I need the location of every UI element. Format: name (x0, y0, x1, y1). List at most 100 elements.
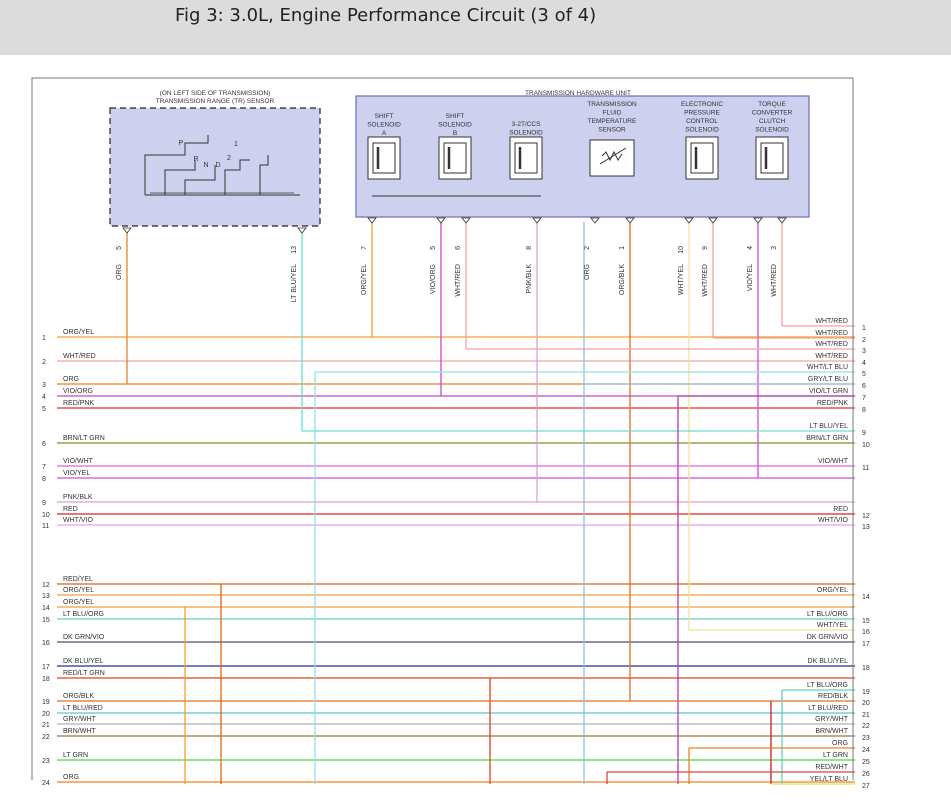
connector-pin-number: 1 (619, 246, 626, 250)
left-bus-number: 8 (42, 476, 46, 483)
right-bus-number: 4 (862, 360, 866, 367)
right-bus-number: 9 (862, 430, 866, 437)
right-bus-label: WHT/YEL (817, 622, 848, 629)
left-bus-label: RED (63, 506, 78, 513)
connector-pin-wire: VIO/YEL (747, 264, 754, 291)
right-bus-label: LT BLU/RED (808, 705, 848, 712)
tr-sensor-label: (ON LEFT SIDE OF TRANSMISSION) (160, 90, 271, 97)
thu-device-label: B (453, 130, 457, 137)
left-bus-label: LT BLU/RED (63, 705, 103, 712)
left-bus-label: ORG/BLK (63, 693, 94, 700)
right-bus-number: 21 (862, 712, 870, 719)
connector-pin-wire: WHT/RED (702, 264, 709, 297)
right-bus-number: 3 (862, 348, 866, 355)
connector-pin-wire: VIO/ORG (430, 264, 437, 294)
left-bus-number: 15 (42, 617, 50, 624)
connector-pin-number: 5 (116, 246, 123, 250)
left-bus-number: 6 (42, 441, 46, 448)
thu-device-label: ELECTRONIC (681, 101, 723, 108)
right-bus-number: 23 (862, 735, 870, 742)
right-bus-label: LT BLU/ORG (807, 611, 848, 618)
thu-device-label: CONVERTER (752, 110, 793, 117)
left-bus-label: WHT/RED (63, 353, 96, 360)
left-bus-number: 24 (42, 780, 50, 787)
right-bus-label: VIO/LT GRN (809, 388, 848, 395)
right-bus-number: 22 (862, 723, 870, 730)
right-bus-label: WHT/RED (815, 353, 848, 360)
left-bus-label: WHT/VIO (63, 517, 93, 524)
right-bus-number: 10 (862, 442, 870, 449)
right-bus-label: ORG/YEL (817, 587, 848, 594)
temperature-sensor-icon (589, 139, 635, 177)
left-bus-number: 4 (42, 394, 46, 401)
connector-pin-wire: WHT/RED (771, 264, 778, 297)
left-bus-label: RED/YEL (63, 576, 93, 583)
thu-device-label: CLUTCH (759, 118, 786, 125)
left-bus-label: VIO/WHT (63, 458, 94, 465)
left-bus-number: 19 (42, 699, 50, 706)
page-title: Fig 3: 3.0L, Engine Performance Circuit … (175, 5, 597, 26)
thu-device-label: SOLENOID (367, 122, 401, 129)
left-bus-label: VIO/ORG (63, 388, 93, 395)
right-bus-label: ORG (832, 740, 848, 747)
connector-pin-marker (590, 217, 600, 224)
connector-pin-wire: ORG/BLK (619, 264, 626, 295)
right-bus-label: WHT/RED (815, 318, 848, 325)
right-bus-label: WHT/RED (815, 330, 848, 337)
right-bus-number: 19 (862, 689, 870, 696)
left-bus-label: BRN/WHT (63, 728, 96, 735)
connector-pin-number: 2 (584, 246, 591, 250)
left-bus-label: ORG/YEL (63, 599, 94, 606)
page-header: Fig 3: 3.0L, Engine Performance Circuit … (0, 0, 951, 55)
left-bus-number: 2 (42, 359, 46, 366)
left-bus-number: 17 (42, 664, 50, 671)
tr-switch-position: N (203, 162, 208, 169)
right-bus-number: 13 (862, 524, 870, 531)
left-bus-number: 11 (42, 523, 49, 530)
thu-device-label: TRANSMISSION (587, 101, 637, 108)
right-bus-label: RED (833, 506, 848, 513)
tr-sensor-label: TRANSMISSION RANGE (TR) SENSOR (156, 98, 275, 105)
connector-pin-wire: ORG/YEL (361, 264, 368, 295)
connector-pin-number: 9 (702, 246, 709, 250)
right-bus-label: VIO/WHT (818, 458, 849, 465)
left-bus-number: 12 (42, 582, 50, 589)
thu-device-label: SOLENOID (438, 122, 472, 129)
left-bus-number: 5 (42, 406, 46, 413)
component-layer (31, 77, 854, 780)
left-bus-label: RED/LT GRN (63, 670, 105, 677)
right-bus-number: 7 (862, 395, 866, 402)
right-bus-label: RED/BLK (818, 693, 848, 700)
right-bus-number: 1 (862, 325, 866, 332)
right-bus-number: 17 (862, 641, 870, 648)
thu-device-label: SHIFT (375, 113, 394, 120)
left-bus-label: LT GRN (63, 752, 88, 759)
connector-pin-wire: LT BLU/YEL (291, 264, 298, 302)
right-bus-label: WHT/RED (815, 341, 848, 348)
connector-pin-wire: ORG (116, 264, 123, 280)
right-bus-number: 20 (862, 700, 870, 707)
connector-pin-wire: WHT/YEL (678, 264, 685, 295)
left-bus-label: ORG/YEL (63, 329, 94, 336)
left-bus-label: RED/PNK (63, 400, 94, 407)
left-bus-number: 18 (42, 676, 50, 683)
right-bus-number: 25 (862, 759, 870, 766)
left-bus-number: 9 (42, 500, 46, 507)
left-bus-label: LT BLU/ORG (63, 611, 104, 618)
thu-label: TRANSMISSION HARDWARE UNIT (525, 90, 631, 97)
thu-box (355, 95, 810, 218)
right-bus-number: 24 (862, 747, 870, 754)
left-bus-number: 23 (42, 758, 50, 765)
right-bus-label: WHT/LT BLU (807, 364, 848, 371)
right-bus-label: RED/WHT (815, 764, 848, 771)
left-bus-number: 22 (42, 734, 50, 741)
left-bus-number: 1 (42, 335, 46, 342)
right-bus-label: LT BLU/ORG (807, 682, 848, 689)
connector-pin-number: 10 (678, 246, 685, 254)
connector-pin-number: 8 (526, 246, 533, 250)
tr-switch-position: 1 (234, 141, 238, 148)
left-bus-number: 20 (42, 711, 50, 718)
right-bus-label: DK BLU/YEL (808, 658, 849, 665)
right-bus-label: YEL/LT BLU (810, 776, 848, 783)
tr-switch-position: 2 (227, 155, 231, 162)
